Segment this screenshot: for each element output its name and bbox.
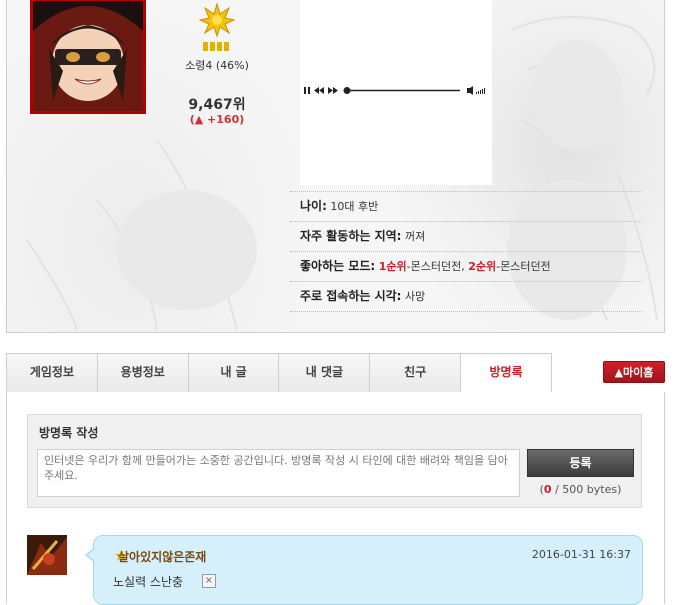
info-mode: 좋아하는 모드: 1순위-몬스터던전, 2순위-몬스터던전 <box>290 251 642 281</box>
guestbook-write-title: 방명록 작성 <box>39 426 99 440</box>
byte-count: 0 <box>543 483 552 496</box>
age-value: 10대 후반 <box>330 200 379 213</box>
myhome-button[interactable]: ▲마이홈 <box>603 361 665 383</box>
byte-counter: (0 / 500 bytes) <box>527 483 634 496</box>
pause-icon <box>304 87 306 94</box>
tab-guestbook[interactable]: 방명록 <box>461 353 552 394</box>
time-label: 주로 접속하는 시각: <box>300 289 402 303</box>
delete-icon[interactable]: × <box>202 574 216 588</box>
tab-friends[interactable]: 친구 <box>370 353 462 393</box>
byte-counter-rest: / 500 bytes) <box>551 483 622 496</box>
entry-author[interactable]: 살아있지않은존재 <box>118 548 206 565</box>
profile-tabs: 게임정보 용병정보 내 글 내 댓글 친구 방명록 <box>6 353 552 394</box>
entry-avatar-image <box>27 535 67 575</box>
guestbook-panel: 방명록 작성 등록 (0 / 500 bytes) 살아있지않은존재 2016-… <box>6 392 665 605</box>
next-icon <box>328 87 333 94</box>
media-player <box>300 0 492 185</box>
info-region: 자주 활동하는 지역: 꺼져 <box>290 221 642 251</box>
guestbook-entry: 살아있지않은존재 2016-01-31 16:37 노실력 스난충 × <box>85 535 643 605</box>
rank-star-badge-icon <box>199 2 235 51</box>
avatar <box>30 0 146 114</box>
volume-icon <box>467 86 473 95</box>
avatar-character-portrait <box>33 1 143 111</box>
prev-icon <box>314 87 319 94</box>
submit-button[interactable]: 등록 <box>527 449 634 477</box>
info-time: 주로 접속하는 시각: 사망 <box>290 281 642 312</box>
rank-value: 9,467위 <box>188 97 246 113</box>
profile-panel: 소령4 (46%) 9,467위 (▲ +160) 나이: 10대 후반 자주 … <box>6 0 665 333</box>
mode-value1: -몬스터던전, <box>406 260 465 273</box>
rank-change: (▲ +160) <box>189 113 245 126</box>
entry-date: 2016-01-31 16:37 <box>531 548 631 561</box>
mode-value2: -몬스터던전 <box>496 260 551 273</box>
guestbook-write-box: 방명록 작성 등록 (0 / 500 bytes) <box>27 414 642 508</box>
seek-handle <box>343 87 351 94</box>
region-value: 꺼져 <box>404 230 426 243</box>
mode-rank1: 1순위 <box>378 260 407 273</box>
level-text: 소령4 (46%) <box>185 59 249 72</box>
mode-label: 좋아하는 모드: <box>300 259 376 273</box>
media-player-controls <box>304 86 485 95</box>
time-value: 사망 <box>404 290 426 303</box>
tab-my-posts[interactable]: 내 글 <box>188 353 280 393</box>
mode-rank2: 2순위 <box>468 260 497 273</box>
age-label: 나이: <box>300 199 327 213</box>
info-age: 나이: 10대 후반 <box>290 191 642 221</box>
tab-mercenary-info[interactable]: 용병정보 <box>97 353 189 393</box>
entry-text: 노실력 스난충 <box>113 575 184 589</box>
region-label: 자주 활동하는 지역: <box>300 229 402 243</box>
myhome-label: 마이홈 <box>623 366 654 379</box>
entry-avatar[interactable] <box>27 535 67 575</box>
tab-game-info[interactable]: 게임정보 <box>6 353 98 393</box>
guestbook-input[interactable] <box>37 449 520 497</box>
home-icon: ▲ <box>614 366 624 379</box>
profile-info-list: 나이: 10대 후반 자주 활동하는 지역: 꺼져 좋아하는 모드: 1순위-몬… <box>290 191 642 312</box>
tab-my-comments[interactable]: 내 댓글 <box>279 353 371 393</box>
